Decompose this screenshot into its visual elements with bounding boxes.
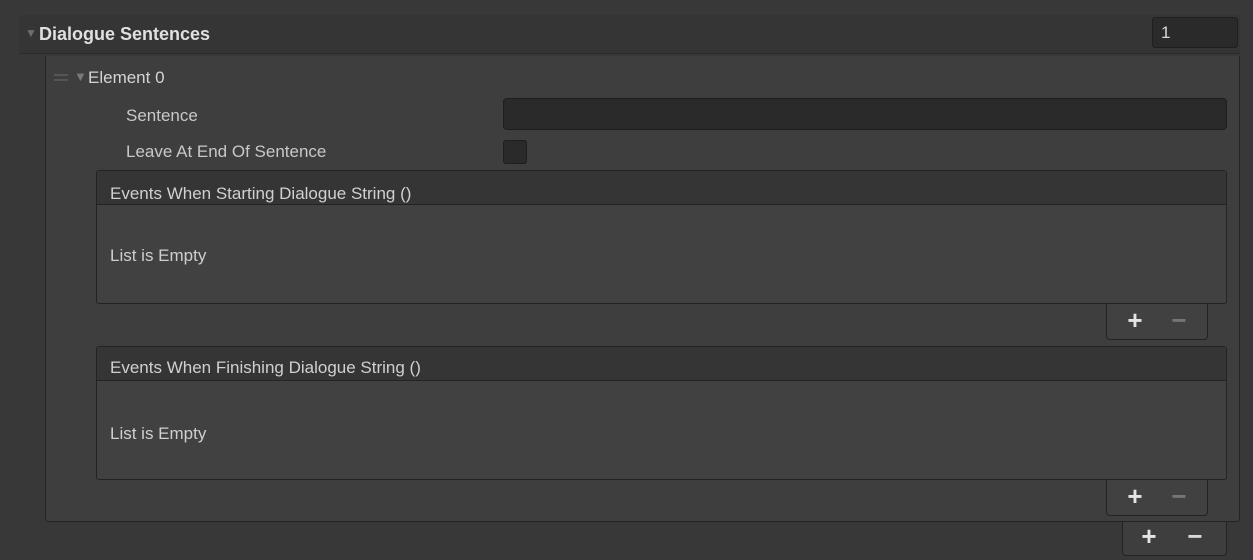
events-start-empty-text: List is Empty	[110, 246, 207, 265]
list-title: Dialogue Sentences	[39, 24, 211, 44]
events-start-remove-button[interactable]: −	[1165, 304, 1193, 336]
list-foldout-icon[interactable]: ▼	[25, 26, 39, 40]
element-foldout-icon[interactable]: ▼	[74, 68, 88, 86]
events-finish-add-remove: + −	[1106, 480, 1208, 516]
element-label[interactable]: Element 0	[88, 66, 165, 90]
events-start-title: Events When Starting Dialogue String ()	[110, 184, 412, 203]
list-add-remove: + −	[1122, 520, 1227, 556]
events-finish-remove-button[interactable]: −	[1165, 480, 1193, 512]
events-finish-empty-text: List is Empty	[110, 424, 207, 443]
sentence-label: Sentence	[126, 106, 198, 125]
inspector-panel: ▼ Dialogue Sentences 1 ▼ Element 0 Sente…	[0, 0, 1253, 560]
list-size-field[interactable]: 1	[1152, 17, 1238, 48]
events-finish-add-button[interactable]: +	[1121, 480, 1149, 512]
events-start-add-button[interactable]: +	[1121, 304, 1149, 336]
events-finish-title: Events When Finishing Dialogue String ()	[110, 358, 421, 377]
list-add-button[interactable]: +	[1135, 520, 1163, 552]
leave-at-end-checkbox[interactable]	[503, 140, 527, 164]
leave-at-end-label: Leave At End Of Sentence	[126, 142, 327, 161]
sentence-input[interactable]	[503, 98, 1227, 130]
drag-handle-icon[interactable]	[54, 70, 70, 84]
events-start-add-remove: + −	[1106, 304, 1208, 340]
list-remove-button[interactable]: −	[1181, 520, 1209, 552]
